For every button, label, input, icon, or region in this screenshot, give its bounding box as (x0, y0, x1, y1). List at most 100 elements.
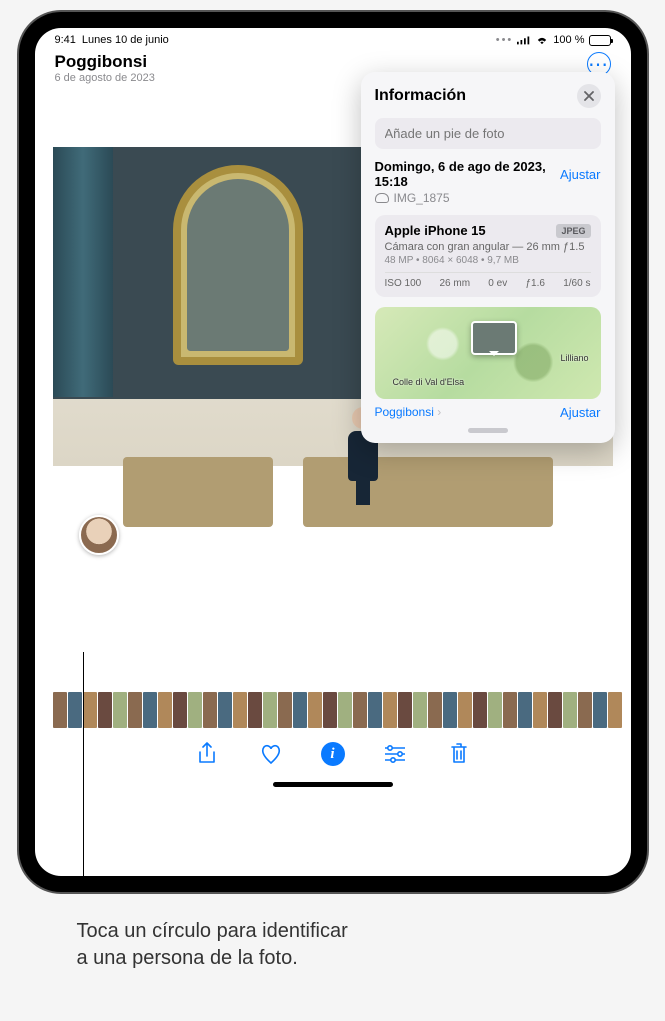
screen: 9:41 Lunes 10 de junio ••• 100 % Poggibo… (35, 28, 631, 876)
thumbnail[interactable] (188, 692, 202, 728)
chevron-right-icon: › (437, 405, 441, 419)
camera-shutter: 1/60 s (563, 278, 590, 289)
map-place-label: Lilliano (560, 353, 588, 363)
status-time: 9:41 (55, 34, 76, 46)
photo-decor (123, 457, 273, 527)
camera-info-card: Apple iPhone 15 JPEG Cámara con gran ang… (375, 215, 601, 297)
thumbnail[interactable] (128, 692, 142, 728)
thumbnail[interactable] (368, 692, 382, 728)
thumbnail[interactable] (173, 692, 187, 728)
favorite-button[interactable] (257, 740, 285, 768)
camera-lens: Cámara con gran angular — 26 mm ƒ1.5 (385, 241, 591, 253)
thumbnail[interactable] (413, 692, 427, 728)
wifi-icon (535, 35, 549, 45)
close-icon (584, 91, 594, 101)
help-callout: Toca un círculo para identificar a una p… (19, 892, 647, 992)
thumbnail[interactable] (203, 692, 217, 728)
thumbnail[interactable] (263, 692, 277, 728)
callout-leader-line (83, 652, 84, 892)
thumbnail-strip[interactable] (35, 692, 631, 728)
camera-megapixels: 48 MP (385, 255, 414, 266)
photo-decor (173, 165, 303, 365)
ipad-frame: 9:41 Lunes 10 de junio ••• 100 % Poggibo… (19, 12, 647, 892)
thumbnail[interactable] (278, 692, 292, 728)
trash-icon (449, 742, 469, 766)
popover-grabber[interactable] (468, 428, 508, 433)
thumbnail[interactable] (293, 692, 307, 728)
thumbnail[interactable] (398, 692, 412, 728)
adjust-location-button[interactable]: Ajustar (560, 405, 600, 420)
photo-filename: IMG_1875 (394, 191, 450, 205)
thumbnail[interactable] (98, 692, 112, 728)
photo-location-title: Poggibonsi (55, 52, 155, 72)
location-map[interactable]: Colle di Val d'Elsa Lilliano (375, 307, 601, 399)
cellular-icon (517, 35, 531, 45)
map-place-label: Colle di Val d'Elsa (393, 377, 465, 387)
thumbnail[interactable] (248, 692, 262, 728)
thumbnail[interactable] (518, 692, 532, 728)
info-title: Información (375, 87, 467, 105)
callout-line-2: a una persona de la foto. (77, 947, 298, 969)
photo-datetime: Domingo, 6 de ago de 2023, 15:18 (375, 159, 561, 189)
thumbnail[interactable] (458, 692, 472, 728)
thumbnail[interactable] (233, 692, 247, 728)
thumbnail[interactable] (143, 692, 157, 728)
info-popover: Información Domingo, 6 de ago de 2023, 1… (361, 72, 615, 443)
callout-line-1: Toca un círculo para identificar (77, 920, 348, 942)
camera-iso: ISO 100 (385, 278, 422, 289)
photo-decor (403, 457, 553, 527)
share-icon (197, 742, 217, 766)
location-link[interactable]: Poggibonsi › (375, 405, 442, 420)
info-button[interactable]: i (321, 742, 345, 766)
delete-button[interactable] (445, 740, 473, 768)
sliders-icon (383, 744, 407, 764)
photo-date-subtitle: 6 de agosto de 2023 (55, 72, 155, 84)
status-date: Lunes 10 de junio (82, 34, 169, 46)
thumbnail[interactable] (548, 692, 562, 728)
status-bar: 9:41 Lunes 10 de junio ••• 100 % (35, 28, 631, 48)
camera-resolution: 8064 × 6048 (422, 255, 478, 266)
thumbnail[interactable] (428, 692, 442, 728)
battery-percent: 100 % (553, 34, 584, 46)
caption-input[interactable] (375, 118, 601, 149)
battery-icon (589, 35, 611, 46)
map-photo-pin[interactable] (471, 321, 517, 355)
thumbnail[interactable] (443, 692, 457, 728)
thumbnail[interactable] (608, 692, 622, 728)
thumbnail[interactable] (218, 692, 232, 728)
camera-aperture: ƒ1.6 (525, 278, 544, 289)
thumbnail[interactable] (578, 692, 592, 728)
thumbnail[interactable] (113, 692, 127, 728)
home-indicator[interactable] (273, 782, 393, 787)
thumbnail[interactable] (158, 692, 172, 728)
thumbnail[interactable] (488, 692, 502, 728)
adjust-button[interactable] (381, 740, 409, 768)
ellipsis-icon[interactable]: ••• (496, 34, 514, 46)
thumbnail[interactable] (308, 692, 322, 728)
thumbnail[interactable] (338, 692, 352, 728)
adjust-datetime-button[interactable]: Ajustar (560, 167, 600, 182)
thumbnail[interactable] (323, 692, 337, 728)
camera-device: Apple iPhone 15 (385, 223, 486, 238)
bottom-toolbar: i (35, 740, 631, 768)
camera-focal: 26 mm (439, 278, 470, 289)
share-button[interactable] (193, 740, 221, 768)
thumbnail[interactable] (563, 692, 577, 728)
camera-filesize: 9,7 MB (487, 255, 519, 266)
thumbnail[interactable] (533, 692, 547, 728)
thumbnail[interactable] (68, 692, 82, 728)
thumbnail[interactable] (593, 692, 607, 728)
thumbnail[interactable] (383, 692, 397, 728)
thumbnail[interactable] (83, 692, 97, 728)
format-badge: JPEG (556, 224, 590, 238)
thumbnail[interactable] (473, 692, 487, 728)
camera-ev: 0 ev (488, 278, 507, 289)
photo-decor (53, 147, 113, 397)
thumbnail[interactable] (53, 692, 67, 728)
thumbnail[interactable] (503, 692, 517, 728)
thumbnail[interactable] (353, 692, 367, 728)
cloud-icon (375, 193, 389, 203)
heart-icon (259, 743, 283, 765)
close-button[interactable] (577, 84, 601, 108)
person-identify-circle[interactable] (79, 515, 119, 555)
